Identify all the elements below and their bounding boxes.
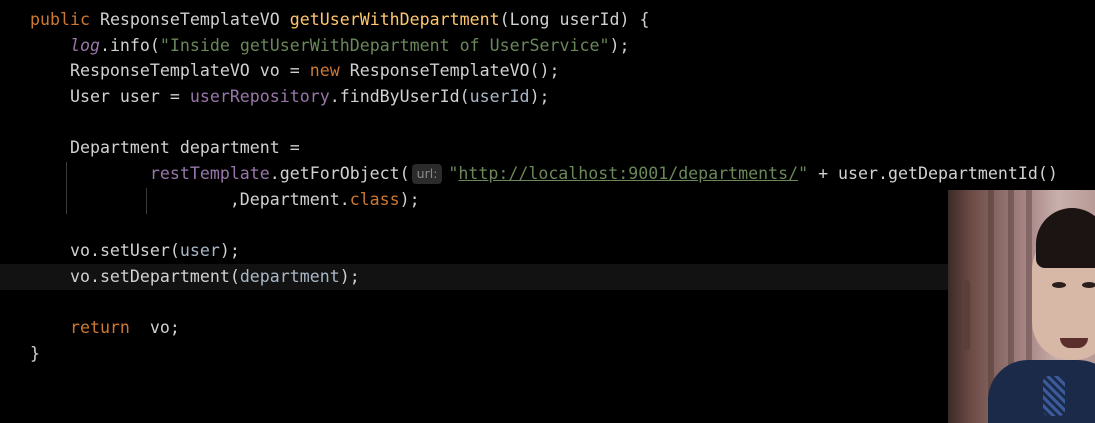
- code-line-method-signature[interactable]: public ResponseTemplateVO getUserWithDep…: [0, 7, 1095, 33]
- return-type: ResponseTemplateVO: [99, 10, 280, 29]
- get-for-object-call: .getForObject(: [269, 164, 410, 184]
- webcam-overlay: [948, 190, 1095, 423]
- code-line-rest-call[interactable]: restTemplate.getForObject(url: "http://lo…: [0, 161, 1095, 187]
- find-call: .findByUserId(: [329, 87, 470, 107]
- declaration: ResponseTemplateVO vo =: [69, 61, 310, 81]
- keyword: return: [69, 318, 130, 338]
- code-line-return[interactable]: return vo;: [0, 315, 1095, 341]
- code-line-log[interactable]: log.info("Inside getUserWithDepartment o…: [0, 33, 1095, 59]
- paren-close: ) {: [619, 10, 650, 29]
- statement-end: );: [609, 35, 630, 55]
- quote: ": [798, 164, 809, 184]
- door-handle: [964, 280, 970, 350]
- presenter-eye: [1052, 282, 1066, 288]
- object: vo: [69, 241, 90, 261]
- method-name: getUserWithDepartment: [289, 10, 500, 29]
- argument: userId: [469, 87, 530, 107]
- set-user-call: .setUser(: [89, 241, 180, 261]
- statement-end: );: [399, 189, 420, 209]
- argument: department: [239, 266, 340, 286]
- closing-brace: }: [30, 343, 40, 363]
- info-call: .info(: [99, 35, 160, 55]
- keyword: public: [30, 10, 90, 29]
- quote: ": [448, 164, 459, 184]
- keyword: class: [349, 189, 400, 209]
- code-line-class-arg[interactable]: ,Department.class);: [0, 187, 1095, 213]
- class-arg: ,Department.: [229, 189, 350, 209]
- presenter-shirt: [988, 360, 1095, 423]
- declaration: User user =: [69, 87, 190, 107]
- set-department-call: .setDepartment(: [89, 266, 240, 286]
- repository-field: userRepository: [189, 87, 330, 107]
- statement-end: );: [219, 241, 240, 261]
- code-line-department-decl[interactable]: Department department =: [0, 135, 1095, 161]
- return-value: vo;: [129, 318, 180, 338]
- param-type: Long: [509, 10, 550, 29]
- screen: public ResponseTemplateVO getUserWithDep…: [0, 0, 1095, 423]
- argument: user: [179, 241, 220, 261]
- code-line-set-department[interactable]: vo.setDepartment(department);: [0, 263, 1095, 290]
- expression: + user.getDepartmentId(): [808, 164, 1058, 184]
- presenter-hair: [1036, 208, 1095, 268]
- code-editor[interactable]: public ResponseTemplateVO getUserWithDep…: [0, 7, 1095, 367]
- code-line-set-user[interactable]: vo.setUser(user);: [0, 238, 1095, 264]
- code-line-vo-decl[interactable]: ResponseTemplateVO vo = new ResponseTemp…: [0, 58, 1095, 84]
- keyword: new: [309, 61, 340, 81]
- code-line-blank[interactable]: [0, 213, 1095, 239]
- url-link[interactable]: http://localhost:9001/departments/: [458, 164, 798, 183]
- log-field: log: [69, 35, 100, 55]
- presenter-eye: [1082, 282, 1095, 288]
- shirt-pattern: [1043, 376, 1065, 416]
- string-literal: "Inside getUserWithDepartment of UserSer…: [159, 35, 610, 55]
- code-line-close-brace[interactable]: }: [0, 341, 1095, 367]
- code-line-blank[interactable]: [0, 110, 1095, 136]
- param-name: userId: [559, 10, 620, 29]
- paren-open: (: [499, 10, 510, 29]
- constructor-call: ResponseTemplateVO();: [339, 61, 560, 81]
- rest-template-field: restTemplate: [149, 164, 270, 184]
- statement-end: );: [529, 87, 550, 107]
- statement-end: );: [339, 266, 360, 286]
- parameter-hint: url:: [411, 164, 443, 185]
- code-line-user-decl[interactable]: User user = userRepository.findByUserId(…: [0, 84, 1095, 110]
- object: vo: [69, 266, 90, 286]
- code-line-blank[interactable]: [0, 290, 1095, 316]
- declaration: Department department =: [69, 138, 300, 158]
